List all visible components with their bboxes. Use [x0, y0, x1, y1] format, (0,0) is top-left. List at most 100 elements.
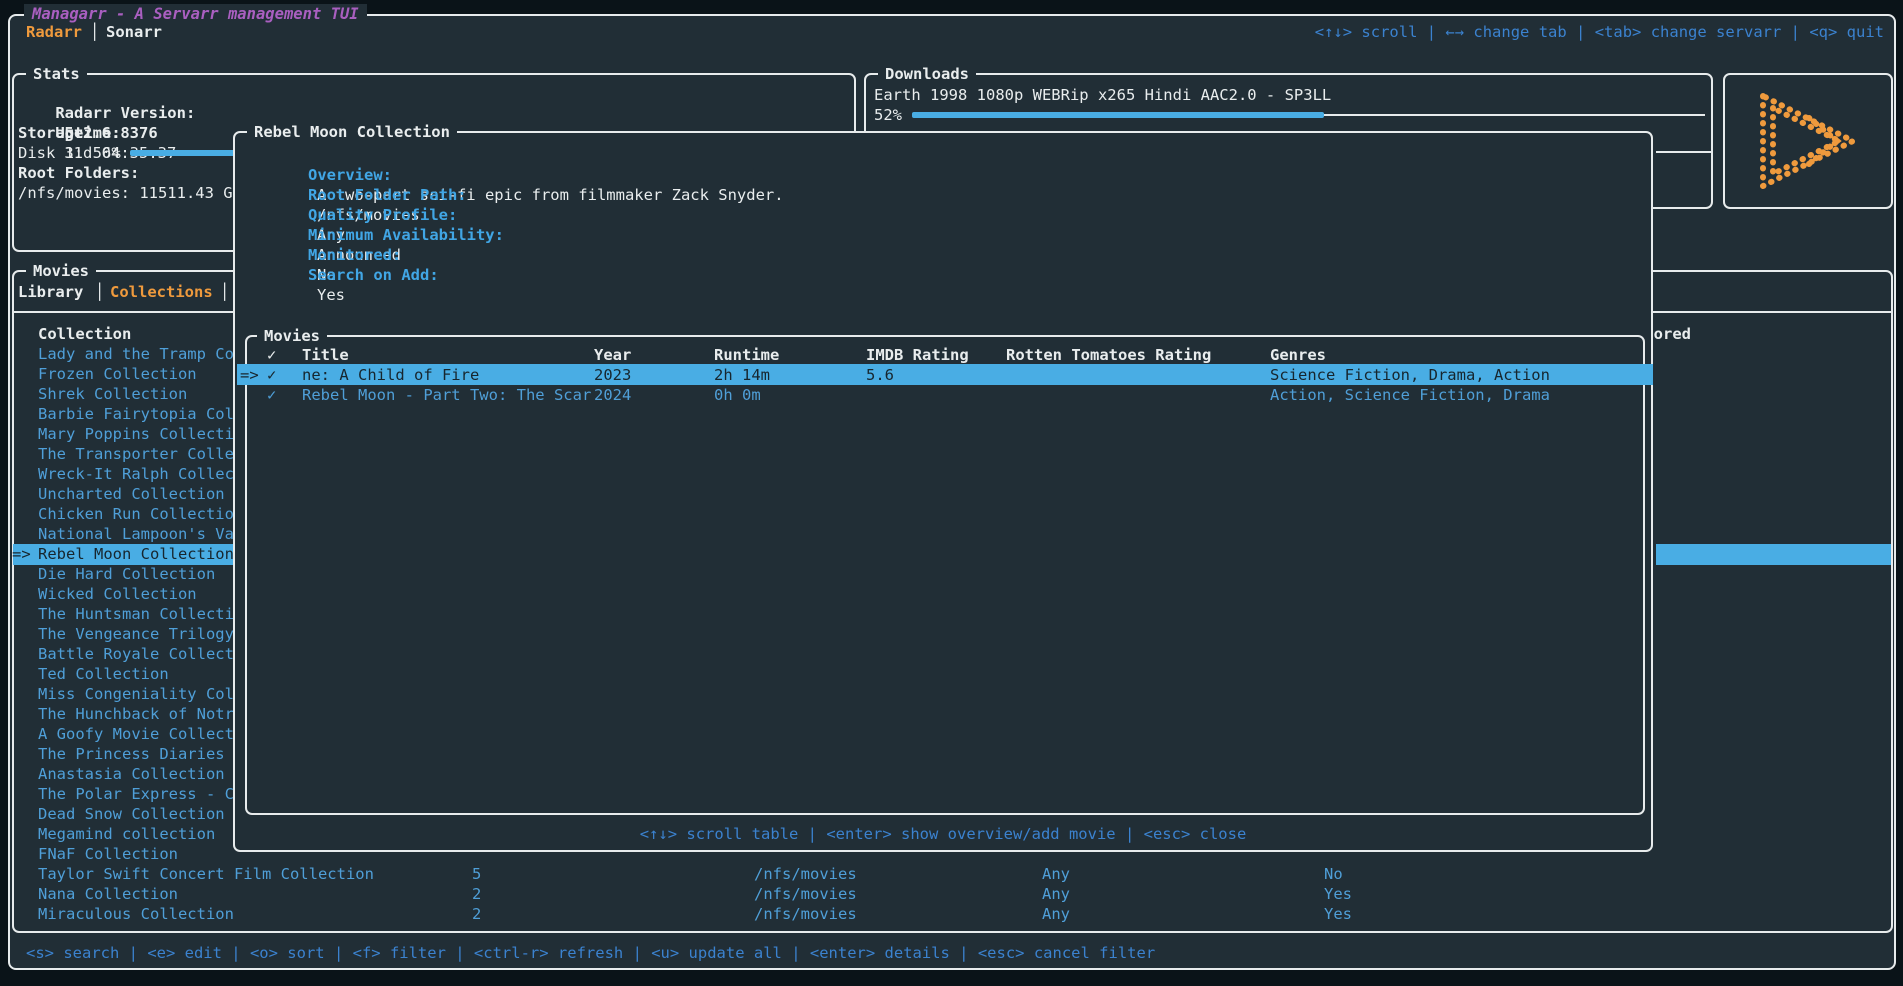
download-progress-label: 52% [874, 105, 902, 125]
search-on-add-cell: No [1324, 864, 1343, 884]
collection-list-item[interactable]: Dead Snow Collection [38, 804, 225, 824]
collection-list-item[interactable]: The Transporter Colle [38, 444, 234, 464]
field-quality-profile: Quality Profile: Any [252, 185, 457, 205]
movies-tab-separator-2: │ [220, 282, 229, 302]
stats-panel-title: Stats [26, 64, 87, 84]
collection-name-cell: Taylor Swift Concert Film Collection [38, 864, 374, 884]
quality-profile-cell: Any [1042, 884, 1070, 904]
modal-title: Rebel Moon Collection [247, 122, 457, 142]
movie-runtime-cell: 2h 14m [714, 365, 770, 385]
download-progress-bar [912, 112, 1324, 118]
collection-list-item[interactable]: National Lampoon's Va [38, 524, 234, 544]
movies-panel-title: Movies [26, 261, 96, 281]
quality-profile-cell: Any [1042, 904, 1070, 924]
collection-list-item[interactable]: Shrek Collection [38, 384, 187, 404]
monitored-check-icon: ✓ [267, 365, 276, 385]
collection-list-item[interactable]: The Princess Diaries [38, 744, 225, 764]
root-folder-cell: /nfs/movies [754, 904, 857, 924]
runtime-column-header: Runtime [714, 345, 779, 365]
selected-collection-marker: => [12, 544, 31, 564]
collection-list-item[interactable]: FNaF Collection [38, 844, 178, 864]
collection-list-item[interactable]: Miss Congeniality Col [38, 684, 234, 704]
downloads-panel-title: Downloads [878, 64, 976, 84]
tab-radarr[interactable]: Radarr [26, 22, 82, 42]
search-on-add-cell: Yes [1324, 904, 1352, 924]
collection-list-item[interactable]: The Polar Express - C [38, 784, 234, 804]
field-search-on-add: Search on Add: Yes [252, 245, 439, 265]
collection-list-item[interactable]: Chicken Run Collectio [38, 504, 234, 524]
tab-collections[interactable]: Collections [110, 282, 213, 302]
top-keybind-help: <↑↓> scroll | ←→ change tab | <tab> chan… [1200, 22, 1884, 42]
collection-list-item[interactable]: The Huntsman Collecti [38, 604, 234, 624]
download-progress-track [1324, 114, 1705, 116]
managarr-screen: Managarr - A Servarr management TUI Rada… [0, 0, 1903, 986]
collection-column-header: Collection [38, 324, 131, 344]
movie-title-cell: ne: A Child of Fire [302, 365, 479, 385]
movie-year-cell: 2023 [594, 365, 631, 385]
app-title: Managarr - A Servarr management TUI [24, 4, 367, 24]
tab-library[interactable]: Library [18, 282, 83, 302]
collection-list-item[interactable]: The Hunchback of Notr [38, 704, 234, 724]
imdb-rating-column-header: IMDB Rating [866, 345, 969, 365]
collection-list-item[interactable]: Battle Royale Collect [38, 644, 234, 664]
modal-keybind-help: <↑↓> scroll table | <enter> show overvie… [235, 824, 1651, 844]
modal-movies-box-title: Movies [257, 326, 327, 346]
search-on-add-value: Yes [317, 286, 345, 304]
collection-list-item[interactable]: Mary Poppins Collecti [38, 424, 234, 444]
collection-list-item[interactable]: Wicked Collection [38, 584, 197, 604]
check-column-header: ✓ [267, 345, 276, 365]
row-marker: => [240, 365, 259, 385]
search-on-add-label: Search on Add: [308, 266, 439, 284]
year-column-header: Year [594, 345, 631, 365]
collection-list-item[interactable]: The Vengeance Trilogy [38, 624, 234, 644]
bottom-keybind-help: <s> search | <e> edit | <o> sort | <f> f… [26, 943, 1155, 963]
collection-list-item[interactable]: Barbie Fairytopia Col [38, 404, 234, 424]
collection-list-item[interactable]: Megamind collection [38, 824, 215, 844]
movies-count-cell: 2 [472, 884, 481, 904]
movies-count-cell: 5 [472, 864, 481, 884]
collection-name-cell: Nana Collection [38, 884, 178, 904]
tab-separator: │ [90, 22, 99, 42]
collection-list-item-selected[interactable]: Rebel Moon Collection [38, 544, 234, 564]
search-on-add-cell: Yes [1324, 884, 1352, 904]
collection-list-item[interactable]: Anastasia Collection [38, 764, 225, 784]
field-monitored: Monitored: No [252, 225, 401, 245]
movies-tab-separator: │ [95, 282, 104, 302]
play-triangle-logo-icon [1753, 88, 1865, 194]
collection-list-item[interactable]: Die Hard Collection [38, 564, 215, 584]
disk-usage-label: Disk 1: 56% [18, 143, 121, 163]
movies-count-cell: 2 [472, 904, 481, 924]
download-item-title: Earth 1998 1080p WEBRip x265 Hindi AAC2.… [874, 85, 1331, 105]
collection-list-item[interactable]: Uncharted Collection [38, 484, 225, 504]
collection-list-item[interactable]: Frozen Collection [38, 364, 197, 384]
rotten-tomatoes-column-header: Rotten Tomatoes Rating [1006, 345, 1211, 365]
collection-details-modal: Rebel Moon Collection Overview: A two-pa… [233, 131, 1653, 852]
modal-movies-box: Movies [245, 335, 1645, 815]
movie-year-cell: 2024 [594, 385, 631, 405]
genres-column-header: Genres [1270, 345, 1326, 365]
root-folders-label: Root Folders: [18, 163, 139, 183]
radarr-version: Radarr Version: 5.2.6.8376 [18, 83, 205, 103]
collection-list-item[interactable]: Wreck-It Ralph Collec [38, 464, 234, 484]
root-folder-value: /nfs/movies: 11511.43 GB [18, 183, 242, 203]
storage-label: Storage: [18, 123, 93, 143]
movie-runtime-cell: 0h 0m [714, 385, 761, 405]
monitored-check-icon: ✓ [267, 385, 276, 405]
title-column-header: Title [302, 345, 349, 365]
collection-list-item[interactable]: A Goofy Movie Collect [38, 724, 234, 744]
uptime: Uptime: 31d 04:35:37 [18, 103, 176, 123]
movie-genres-cell: Action, Science Fiction, Drama [1270, 385, 1550, 405]
root-folder-cell: /nfs/movies [754, 864, 857, 884]
collection-list-item[interactable]: Ted Collection [38, 664, 169, 684]
movie-genres-cell: Science Fiction, Drama, Action [1270, 365, 1550, 385]
download-progress-track-fragment [1656, 151, 1712, 153]
field-root-folder-path: Root Folder Path: /nfs/movies [252, 165, 467, 185]
field-overview: Overview: A two-part sci-fi epic from fi… [252, 145, 784, 165]
collection-name-cell: Miraculous Collection [38, 904, 234, 924]
quality-profile-cell: Any [1042, 864, 1070, 884]
tab-sonarr[interactable]: Sonarr [106, 22, 162, 42]
movie-title-cell: Rebel Moon - Part Two: The Scar [302, 385, 591, 405]
collection-list-item[interactable]: Lady and the Tramp Co [38, 344, 234, 364]
root-folder-cell: /nfs/movies [754, 884, 857, 904]
selected-collection-highlight-fragment [1656, 544, 1891, 565]
